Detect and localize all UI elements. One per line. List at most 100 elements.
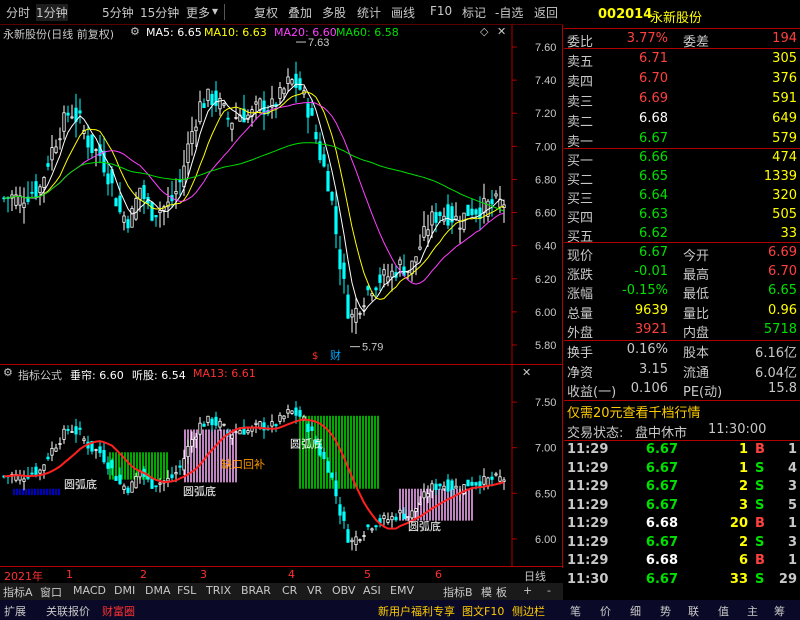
candle-body [326,171,330,192]
ask-row: 卖一 6.67 579 [564,129,800,150]
nav-chips-button[interactable]: 筹 [774,603,785,619]
tab-fsl[interactable]: FSL [177,584,196,597]
promo-banner[interactable]: 仅需20元查看千档行情 [564,400,800,421]
candle-body [226,117,230,120]
candle-body [474,209,478,215]
tick-price: 6.68 [645,516,678,531]
tick-row: 11:29 6.68 6 B 1 [564,551,800,571]
tab-cr[interactable]: CR [282,584,297,597]
indicator-candle-body [178,465,182,468]
ask-row: 卖三 6.69 591 [564,89,800,110]
tab-vr[interactable]: VR [307,584,322,597]
kline-chart-area[interactable]: 永新股份(日线 前复权) ⚙ MA5: 6.65 MA10: 6.63 MA20… [0,25,563,568]
fund-value: 0.16% [626,342,668,357]
stat-label: 内盘 [683,325,710,341]
quote-panel: 002014 永新股份 委比 3.77% 委差 194 仅需20元查看千档行情 … [564,0,800,600]
overlay-button[interactable]: 叠加 [288,4,312,21]
x-month-label: 5 [364,568,371,581]
tab-dmi[interactable]: DMI [114,584,135,597]
nav-link-button[interactable]: 联 [688,603,699,619]
indicator-candle-body [58,443,62,445]
tab-5min[interactable]: 5分钟 [102,4,134,21]
candle-body [458,227,462,230]
stat-value: -0.01 [634,264,668,280]
add-watchlist-button[interactable]: -自选 [495,4,523,21]
period-toolbar: 分时 1分钟 5分钟 15分钟 更多 ▾ 复权 叠加 多股 统计 画线 F10 … [0,0,563,25]
tab-trix[interactable]: TRIX [206,584,231,597]
tab-emv[interactable]: EMV [390,584,414,597]
candle-body [390,270,394,278]
tab-dma[interactable]: DMA [145,584,171,597]
f10-button[interactable]: F10 [430,4,452,18]
mark-button[interactable]: 标记 [462,4,486,21]
nav-value-button[interactable]: 值 [718,603,729,619]
tab-macd[interactable]: MACD [73,584,106,597]
multi-stock-button[interactable]: 多股 [322,4,346,21]
tab-15min[interactable]: 15分钟 [140,4,179,21]
tab-panel[interactable]: 板 [496,584,507,600]
nav-trend-button[interactable]: 势 [660,603,671,619]
indicator-tabs: 指标A 窗口 MACD DMI DMA FSL TRIX BRAR CR VR … [0,583,563,600]
related-quote-button[interactable]: 关联报价 [46,603,90,619]
candle-body [418,246,422,250]
back-button[interactable]: 返回 [534,4,558,21]
wealth-circle-button[interactable]: 财富圈 [102,603,135,619]
tab-asi[interactable]: ASI [363,584,381,597]
candle-body [422,226,426,238]
indicator-candle-body [98,446,102,454]
candle-body [494,193,498,197]
tab-window[interactable]: 窗口 [40,584,62,600]
restore-rights-button[interactable]: 复权 [254,4,278,21]
expand-button[interactable]: 扩展 [4,603,26,619]
stat-label: 今开 [683,249,710,264]
sidebar-button[interactable]: 侧边栏 [512,603,545,619]
draw-line-button[interactable]: 画线 [391,4,415,21]
candle-body [150,202,154,221]
indicator-candle-body [430,483,434,492]
indicator-candle-body [334,480,338,497]
tick-row: 11:29 6.67 1 S 4 [564,459,800,479]
tab-indicator-a[interactable]: 指标A [3,584,33,600]
nav-detail-button[interactable]: 细 [630,603,641,619]
add-window-button[interactable]: + [523,584,532,597]
trade-time: 11:30:00 [708,422,767,437]
indicator-candle-body [82,438,86,442]
indicator-candle-body [330,472,334,478]
tab-indicator-b[interactable]: 指标B [443,584,473,600]
indicator-candle-body [30,472,34,475]
ask-row: 卖四 6.70 376 [564,69,800,90]
tab-intraday[interactable]: 分时 [6,4,30,21]
chevron-down-icon[interactable]: ▾ [212,4,218,18]
tab-brar[interactable]: BRAR [241,584,271,597]
indicator-candle-body [62,428,66,440]
candle-body [118,195,122,213]
statistics-button[interactable]: 统计 [357,4,381,21]
promo-text[interactable]: 仅需20元查看千档行情 [567,402,701,421]
bid-price: 6.64 [639,188,668,203]
f10-graphic-button[interactable]: 图文F10 [462,603,504,619]
tab-1min[interactable]: 1分钟 [36,4,68,21]
stat-label: 现价 [567,249,594,264]
indicator-candle-body [54,447,58,452]
candle-body [366,286,370,291]
tick-price: 6.67 [645,460,678,476]
candle-body [58,138,62,141]
bid-row: 买四 6.63 505 [564,205,800,226]
stat-value: 6.70 [768,264,797,280]
indicator-candle-body [174,472,178,475]
remove-window-button[interactable]: - [547,584,551,597]
weicha-value: 194 [772,31,797,46]
tab-obv[interactable]: OBV [332,584,355,597]
indicator-candle-body [442,485,446,490]
x-month-label: 4 [288,568,295,581]
candle-body [30,191,34,194]
indicator-candle-body [234,431,238,434]
candle-body [50,147,54,161]
tab-more[interactable]: 更多 [186,4,210,21]
tab-template[interactable]: 模 [481,584,492,600]
nav-trades-button[interactable]: 笔 [570,603,581,619]
nav-price-button[interactable]: 价 [600,603,611,619]
new-user-promo[interactable]: 新用户福利专享 [378,603,455,619]
nav-main-button[interactable]: 主 [747,603,758,619]
tick-row: 11:29 6.67 2 S 3 [564,477,800,497]
